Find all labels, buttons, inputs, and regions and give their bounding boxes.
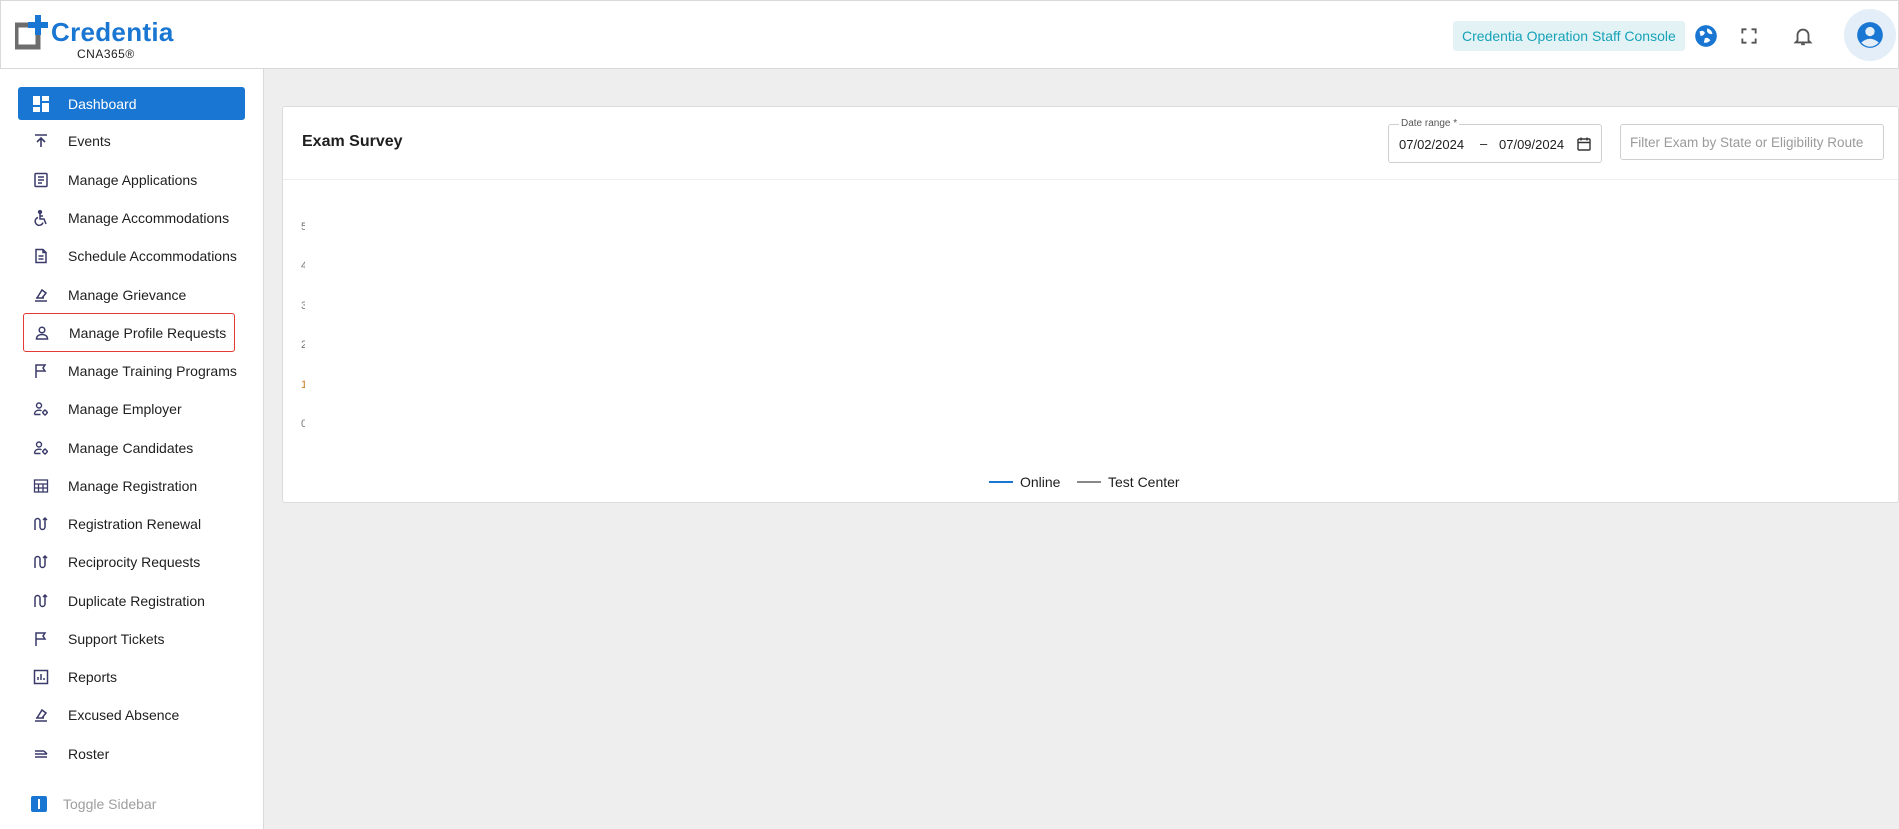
eraser-icon [31,705,51,725]
sidebar-item-label: Reciprocity Requests [68,553,201,570]
chart-icon [31,667,51,687]
sidebar-item-roster[interactable]: Roster [18,737,245,770]
sidebar-item-label: Manage Employer [68,400,182,417]
sidebar-item-label: Schedule Accommodations [68,247,237,264]
route-icon [31,514,51,534]
sidebar-item-excused-absence[interactable]: Excused Absence [18,698,245,731]
document-icon [31,246,51,266]
sidebar-item-manage-applications[interactable]: Manage Applications [18,163,245,196]
card-divider [283,179,1898,180]
user-gear-icon [31,438,51,458]
sidebar-item-manage-registration[interactable]: Manage Registration [18,469,245,502]
y-tick-label: 1 [301,378,305,391]
date-start-input[interactable]: 07/02/2024 [1399,137,1464,152]
legend-item-test-center[interactable]: Test Center [1077,474,1180,490]
logo-text: Credentia [51,17,174,47]
sidebar-item-registration-renewal[interactable]: Registration Renewal [18,507,245,540]
sidebar-item-label: Manage Accommodations [68,209,230,226]
account-icon [1857,22,1883,48]
sidebar-item-manage-profile-requests[interactable]: Manage Profile Requests [23,313,235,352]
sidebar-item-label: Registration Renewal [68,515,202,532]
route-icon [31,552,51,572]
legend-swatch-online [989,481,1013,483]
accessible-icon [31,208,51,228]
list-icon [31,170,51,190]
logo-mark-icon [15,15,48,50]
top-header: Credentia CNA365® Credentia Operation St… [0,0,1899,69]
sidebar-item-label: Manage Applications [68,171,198,188]
bell-icon[interactable] [1788,21,1818,51]
y-tick-label: 5 [301,221,305,233]
sidebar-item-manage-employer[interactable]: Manage Employer [18,392,245,425]
toggle-sidebar-button[interactable]: Toggle Sidebar [31,796,156,812]
roster-icon [31,744,51,764]
sidebar: Dashboard Events Manage Applications Man… [0,69,264,829]
sidebar-item-label: Events [68,132,111,149]
exam-survey-card: Exam Survey Date range * 07/02/2024 – 07… [282,106,1899,503]
person-icon [32,323,52,343]
sidebar-item-label: Excused Absence [68,706,180,723]
y-tick-label: 0 [301,418,305,430]
legend-item-online[interactable]: Online [989,474,1060,490]
legend-swatch-test-center [1077,481,1101,483]
user-gear-icon [31,399,51,419]
sidebar-item-support-tickets[interactable]: Support Tickets [18,622,245,655]
sidebar-item-label: Manage Registration [68,477,198,494]
legend-label-test-center: Test Center [1108,474,1180,490]
grid-icon [31,476,51,496]
route-icon [31,591,51,611]
y-tick-label: 2 [301,339,305,352]
sidebar-item-reciprocity-requests[interactable]: Reciprocity Requests [18,545,245,578]
sidebar-item-duplicate-registration[interactable]: Duplicate Registration [18,584,245,617]
sidebar-item-label: Reports [68,668,118,685]
sidebar-item-label: Support Tickets [68,630,165,647]
y-tick-label: 4 [301,260,305,273]
account-avatar[interactable] [1844,9,1896,61]
sidebar-item-manage-candidates[interactable]: Manage Candidates [18,431,245,464]
dashboard-icon [31,94,51,114]
date-range-picker[interactable]: Date range * 07/02/2024 – 07/09/2024 [1388,118,1602,163]
date-end-input[interactable]: 07/09/2024 [1499,137,1564,152]
sidebar-item-manage-grievance[interactable]: Manage Grievance [18,278,245,311]
upload-icon [31,131,51,151]
sidebar-item-reports[interactable]: Reports [18,660,245,693]
exam-filter-input[interactable] [1620,124,1884,160]
sidebar-item-dashboard[interactable]: Dashboard [18,87,245,120]
sidebar-item-label: Manage Profile Requests [69,324,227,341]
date-range-label: Date range * [1399,118,1460,129]
legend-label-online: Online [1020,474,1061,490]
eraser-icon [31,285,51,305]
sidebar-item-events[interactable]: Events [18,124,245,157]
sidebar-item-label: Manage Grievance [68,286,187,303]
flag-icon [31,629,51,649]
toggle-sidebar-label: Toggle Sidebar [63,796,157,812]
sidebar-item-label: Roster [68,745,110,762]
sidebar-item-manage-training-programs[interactable]: Manage Training Programs [18,354,245,387]
sidebar-item-manage-accommodations[interactable]: Manage Accommodations [18,201,245,234]
card-title: Exam Survey [302,133,403,150]
globe-icon[interactable] [1691,21,1721,51]
flag-icon [31,361,51,381]
console-badge[interactable]: Credentia Operation Staff Console [1453,21,1685,51]
y-tick-label: 3 [301,299,305,312]
sidebar-item-label: Manage Candidates [68,439,194,456]
credentia-logo[interactable]: Credentia CNA365® [15,13,173,61]
calendar-icon[interactable] [1576,136,1592,152]
toggle-sidebar-icon [31,796,47,812]
sidebar-item-label: Manage Training Programs [68,362,237,379]
fullscreen-icon[interactable] [1734,21,1764,51]
date-separator: – [1480,136,1488,151]
sidebar-item-schedule-accommodations[interactable]: Schedule Accommodations [18,239,245,272]
sidebar-item-label: Dashboard [68,95,137,112]
logo-subtitle: CNA365® [77,47,135,61]
sidebar-item-label: Duplicate Registration [68,592,205,609]
